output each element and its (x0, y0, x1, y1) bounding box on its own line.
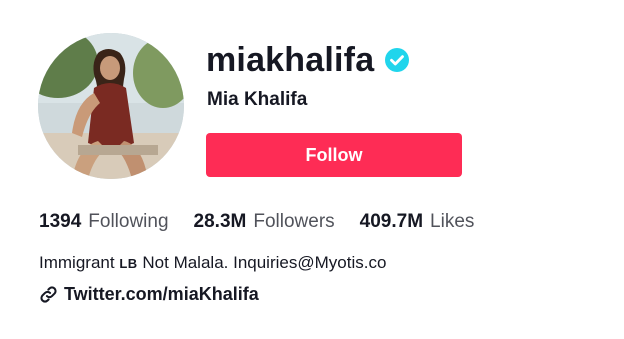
verified-badge-icon (384, 47, 410, 73)
likes-count: 409.7M (359, 211, 424, 232)
flag-lebanon: LB (119, 256, 138, 271)
link-icon (39, 285, 58, 304)
bio-text-end: Not Malala. Inquiries@Myotis.co (142, 253, 387, 272)
following-stat[interactable]: 1394 Following (39, 211, 169, 233)
followers-label: Followers (253, 211, 335, 232)
followers-stat[interactable]: 28.3M Followers (194, 211, 335, 233)
following-label: Following (88, 211, 169, 232)
following-count: 1394 (39, 211, 82, 232)
profile-avatar[interactable] (38, 33, 184, 179)
likes-stat: 409.7M Likes (360, 211, 475, 233)
follow-button[interactable]: Follow (206, 133, 462, 177)
username: miakhalifa (206, 40, 375, 79)
avatar-photo (38, 33, 184, 179)
profile-link-text: Twitter.com/miaKhalifa (64, 284, 259, 304)
profile-bio: Immigrant LB Not Malala. Inquiries@Myoti… (39, 253, 386, 273)
bio-text-start: Immigrant (39, 253, 115, 272)
display-name: Mia Khalifa (207, 89, 308, 110)
username-row: miakhalifa (206, 38, 410, 82)
profile-stats: 1394 Following 28.3M Followers 409.7M Li… (39, 211, 499, 233)
followers-count: 28.3M (193, 211, 247, 232)
profile-link[interactable]: Twitter.com/miaKhalifa (39, 284, 259, 305)
likes-label: Likes (430, 211, 475, 232)
